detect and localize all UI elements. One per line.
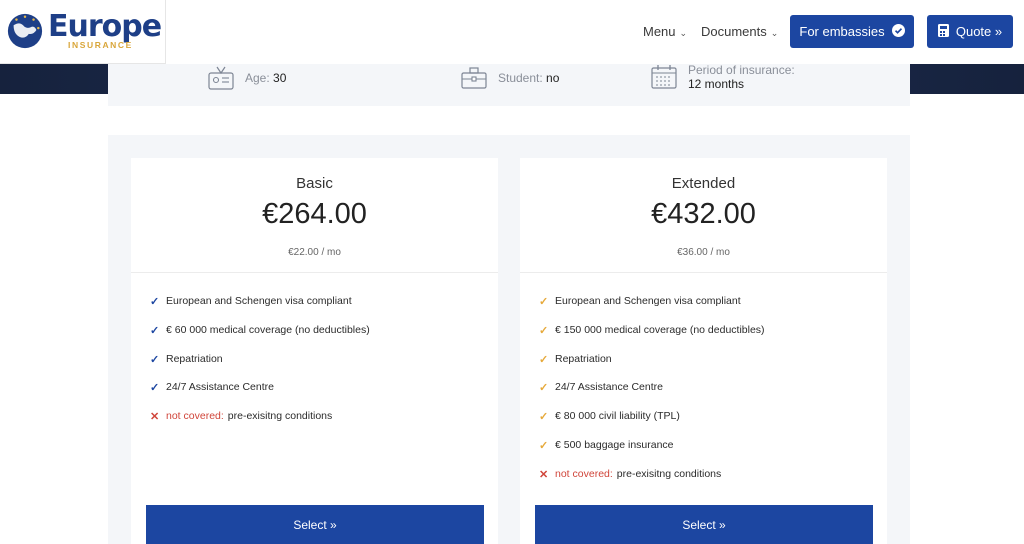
summary-student: Student: no	[461, 64, 559, 92]
select-extended-button[interactable]: Select »	[535, 505, 873, 544]
cross-icon: ✕	[539, 468, 549, 481]
plan-name: Extended	[671, 175, 736, 192]
check-icon: ✓	[539, 439, 549, 452]
summary-age-label: Age:	[245, 71, 270, 85]
id-card-icon	[208, 66, 234, 90]
feature-text: € 60 000 medical coverage (no deductible…	[166, 323, 370, 336]
nav-menu-label: Menu	[643, 24, 676, 39]
not-covered-label: not covered:	[555, 467, 613, 480]
cross-icon: ✕	[150, 411, 160, 424]
feature-item: ✓ 24/7 Assistance Centre	[539, 381, 887, 410]
plan-card-basic: Basic €264.00 €22.00 / mo ✓ European and …	[131, 158, 498, 544]
feature-text: Repatriation	[555, 352, 612, 365]
feature-text: Repatriation	[166, 352, 223, 365]
feature-item: ✓ € 80 000 civil liability (TPL)	[539, 410, 887, 439]
for-embassies-button[interactable]: For embassies	[790, 15, 914, 48]
summary-period-value: 12 months	[688, 77, 745, 91]
plan-header: Extended €432.00 €36.00 / mo	[520, 158, 887, 273]
feature-item: ✓ € 500 baggage insurance	[539, 439, 887, 468]
feature-list: ✓ European and Schengen visa compliant ✓ €…	[520, 273, 887, 497]
feature-text: 24/7 Assistance Centre	[555, 381, 663, 394]
feature-text: 24/7 Assistance Centre	[166, 381, 274, 394]
plan-price: €432.00	[651, 198, 756, 230]
plan-monthly-price: €36.00 / mo	[677, 247, 730, 258]
feature-item: ✓ European and Schengen visa compliant	[150, 295, 498, 324]
check-icon: ✓	[539, 353, 549, 366]
feature-text: € 500 baggage insurance	[555, 438, 674, 451]
briefcase-icon	[461, 67, 487, 89]
feature-text: European and Schengen visa compliant	[166, 295, 352, 307]
brand-tagline: INSURANCE	[68, 40, 133, 50]
chevron-down-icon: ⌄	[770, 28, 779, 38]
not-covered-item: ✕ not covered: pre-exisitng conditions	[150, 410, 498, 439]
globe-icon	[7, 13, 43, 49]
quote-button[interactable]: Quote »	[927, 15, 1013, 48]
plan-header: Basic €264.00 €22.00 / mo	[131, 158, 498, 273]
check-icon: ✓	[150, 353, 160, 366]
calculator-icon	[937, 23, 949, 40]
feature-item: ✓ Repatriation	[150, 353, 498, 382]
nav-documents-label: Documents	[701, 24, 767, 39]
feature-item: ✓ 24/7 Assistance Centre	[150, 381, 498, 410]
feature-item: ✓ Repatriation	[539, 353, 887, 382]
feature-list: ✓ European and Schengen visa compliant ✓ €…	[131, 273, 498, 439]
check-icon: ✓	[150, 382, 160, 395]
not-covered-text: pre-exisitng conditions	[227, 410, 333, 423]
check-icon: ✓	[539, 382, 549, 395]
check-icon: ✓	[539, 324, 549, 337]
check-icon: ✓	[150, 296, 160, 308]
plan-monthly-price: €22.00 / mo	[288, 247, 341, 258]
plan-price: €264.00	[262, 198, 367, 230]
plan-name: Basic	[296, 175, 333, 192]
check-icon: ✓	[539, 411, 549, 424]
plan-card-extended: Extended €432.00 €36.00 / mo ✓ European a…	[520, 158, 887, 544]
not-covered-label: not covered:	[166, 410, 224, 423]
check-circle-icon	[891, 23, 905, 40]
feature-text: European and Schengen visa compliant	[555, 295, 741, 307]
brand-name: Europe	[48, 9, 162, 44]
feature-item: ✓ € 150 000 medical coverage (no deductib…	[539, 324, 887, 353]
chevron-down-icon: ⌄	[679, 28, 688, 38]
quote-label: Quote »	[955, 24, 1003, 39]
select-basic-button[interactable]: Select »	[146, 505, 484, 544]
not-covered-text: pre-exisitng conditions	[616, 467, 722, 480]
check-icon: ✓	[150, 324, 160, 337]
for-embassies-label: For embassies	[799, 24, 885, 39]
nav-menu[interactable]: Menu ⌄	[643, 24, 687, 39]
logo[interactable]: Europe INSURANCE	[0, 0, 166, 64]
feature-item: ✓ European and Schengen visa compliant	[539, 295, 887, 324]
summary-age: Age: 30	[208, 64, 286, 92]
summary-period: Period of insurance: 12 months	[651, 64, 795, 92]
summary-student-value: no	[546, 71, 560, 85]
calendar-icon	[651, 65, 677, 89]
feature-text: € 80 000 civil liability (TPL)	[555, 410, 680, 423]
feature-text: € 150 000 medical coverage (no deductibl…	[555, 323, 765, 336]
check-icon: ✓	[539, 296, 549, 308]
summary-period-label: Period of insurance:	[688, 63, 795, 77]
nav-documents[interactable]: Documents ⌄	[701, 24, 778, 39]
site-header: Europe INSURANCE Menu ⌄ Documents ⌄ For em…	[0, 0, 1024, 64]
feature-item: ✓ € 60 000 medical coverage (no deductibl…	[150, 324, 498, 353]
quote-summary: Age: 30 Student: no Period of insurance:…	[108, 64, 910, 106]
summary-student-label: Student:	[498, 71, 543, 85]
not-covered-item: ✕ not covered: pre-exisitng conditions	[539, 468, 887, 497]
summary-age-value: 30	[273, 71, 287, 85]
